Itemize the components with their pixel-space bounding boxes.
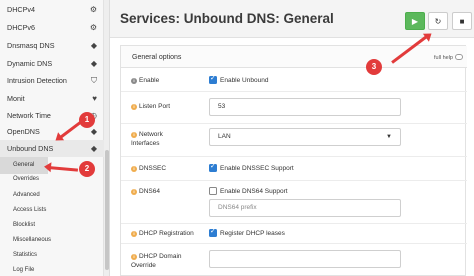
caret-down-icon: ▼ — [386, 134, 392, 140]
dhcp-domain-override-label-line1: DHCP Domain — [139, 253, 182, 260]
sidebar: DHCPv4 ⚙ DHCPv6 ⚙ Dnsmasq DNS ◆ Dynamic DNS… — [0, 0, 104, 276]
network-interfaces-label: i Network Interfaces — [131, 130, 163, 148]
network-interfaces-value: LAN — [218, 133, 231, 140]
annotation-badge-2: 2 — [79, 161, 95, 177]
gear-icon: ⚙ — [89, 23, 97, 32]
toggle-icon[interactable] — [455, 54, 463, 60]
dns64-label-text: DNS64 — [139, 188, 160, 195]
divider — [121, 123, 467, 124]
enable-label: i Enable — [131, 76, 159, 85]
sidebar-scrollbar[interactable] — [104, 0, 110, 276]
sidebar-item-label: DHCPv6 — [7, 23, 35, 32]
listen-port-label-text: Listen Port — [139, 103, 171, 110]
dhcp-registration-label-text: DHCP Registration — [139, 230, 194, 237]
listen-port-input[interactable]: 53 — [209, 98, 401, 116]
sidebar-item-monit[interactable]: Monit ♥ — [0, 90, 104, 107]
gear-icon: ⚙ — [89, 5, 97, 14]
general-options-panel: General options full help iEnable Enable… — [120, 45, 467, 276]
divider — [121, 156, 467, 157]
enable-unbound-checkbox[interactable] — [209, 74, 217, 84]
scrollbar-thumb[interactable] — [105, 150, 109, 270]
divider — [121, 243, 467, 244]
info-icon[interactable]: i — [131, 104, 137, 110]
enable-dns64-checkbox[interactable] — [209, 187, 217, 195]
divider — [121, 180, 467, 181]
listen-port-label: i Listen Port — [131, 102, 170, 111]
dnssec-label-text: DNSSEC — [139, 165, 167, 172]
dns64-prefix-input[interactable]: DNS64 prefix — [209, 199, 401, 217]
sidebar-item-label: Monit — [7, 94, 25, 103]
sidebar-subitem-label: General — [13, 162, 35, 168]
heartbeat-icon: ♥ — [92, 94, 97, 103]
page-header: Services: Unbound DNS: General ▶ ↻ ■ — [110, 0, 474, 38]
dhcp-registration-label: i DHCP Registration — [131, 229, 194, 238]
full-help-link[interactable]: full help — [434, 55, 453, 61]
sidebar-subitem-label: Log File — [13, 267, 35, 273]
info-icon[interactable]: i — [131, 166, 137, 172]
sidebar-item-label: Dynamic DNS — [7, 59, 53, 68]
section-header: General options full help — [121, 46, 467, 68]
stop-service-button[interactable]: ■ — [452, 12, 472, 30]
sidebar-subitem-log-file[interactable]: Log File — [0, 262, 104, 276]
enable-dnssec-label: Enable DNSSEC Support — [220, 165, 294, 172]
tag-icon: ◆ — [90, 144, 97, 153]
info-icon[interactable]: i — [131, 132, 137, 138]
sidebar-subitem-label: Access Lists — [13, 207, 47, 213]
sidebar-item-label: Dnsmasq DNS — [7, 41, 55, 50]
network-interfaces-label-line1: Network — [139, 131, 163, 138]
restart-service-button[interactable]: ↻ — [428, 12, 448, 30]
info-icon[interactable]: i — [131, 254, 137, 260]
tag-icon: ◆ — [90, 59, 97, 68]
network-interfaces-label-line2: Interfaces — [131, 140, 160, 147]
info-icon[interactable]: i — [131, 231, 137, 237]
sidebar-item-dhcpv6[interactable]: DHCPv6 ⚙ — [0, 19, 104, 36]
tag-icon: ◆ — [90, 41, 97, 50]
enable-dnssec-checkbox[interactable] — [209, 162, 217, 172]
sidebar-subitem-label: Overrides — [13, 176, 40, 182]
sidebar-item-dnsmasq[interactable]: Dnsmasq DNS ◆ — [0, 37, 104, 54]
annotation-badge-1: 1 — [79, 112, 95, 128]
info-icon[interactable]: i — [131, 78, 137, 84]
dhcp-domain-override-label: i DHCP Domain Override — [131, 252, 182, 270]
sidebar-subitem-label: Advanced — [13, 192, 40, 198]
sidebar-item-unbound-dns[interactable]: Unbound DNS ◆ — [0, 140, 104, 157]
enable-unbound-label: Enable Unbound — [220, 77, 269, 84]
annotation-badge-3: 3 — [366, 59, 382, 75]
section-title: General options — [132, 54, 182, 61]
divider — [121, 223, 467, 224]
network-interfaces-select[interactable]: LAN ▼ — [209, 128, 401, 146]
sidebar-subitem-label: Statistics — [13, 252, 38, 258]
sidebar-item-dynamic-dns[interactable]: Dynamic DNS ◆ — [0, 55, 104, 72]
enable-label-text: Enable — [139, 77, 160, 84]
shield-icon: ⛉ — [91, 76, 97, 85]
sidebar-item-dhcpv4[interactable]: DHCPv4 ⚙ — [0, 1, 104, 18]
sidebar-item-intrusion-detection[interactable]: Intrusion Detection ⛉ — [0, 72, 104, 89]
dhcp-domain-override-label-line2: Override — [131, 262, 156, 269]
register-dhcp-leases-label: Register DHCP leases — [220, 230, 285, 237]
dhcp-domain-override-input[interactable] — [209, 250, 401, 268]
start-service-button[interactable]: ▶ — [405, 12, 425, 30]
page-title: Services: Unbound DNS: General — [120, 11, 334, 26]
sidebar-subitem-label: Miscellaneous — [13, 237, 52, 243]
info-icon[interactable]: i — [131, 189, 137, 195]
sidebar-item-label: Unbound DNS — [7, 144, 54, 153]
dns64-label: i DNS64 — [131, 187, 160, 196]
sidebar-item-label: DHCPv4 — [7, 5, 35, 14]
register-dhcp-leases-checkbox[interactable] — [209, 227, 217, 237]
sidebar-subitem-label: Blocklist — [13, 222, 36, 228]
divider — [121, 91, 467, 92]
sidebar-item-label: Intrusion Detection — [7, 76, 67, 85]
enable-dns64-label: Enable DNS64 Support — [220, 188, 288, 195]
sidebar-item-label: OpenDNS — [7, 127, 40, 136]
dnssec-label: i DNSSEC — [131, 164, 166, 173]
sidebar-item-label: Network Time — [7, 111, 51, 120]
